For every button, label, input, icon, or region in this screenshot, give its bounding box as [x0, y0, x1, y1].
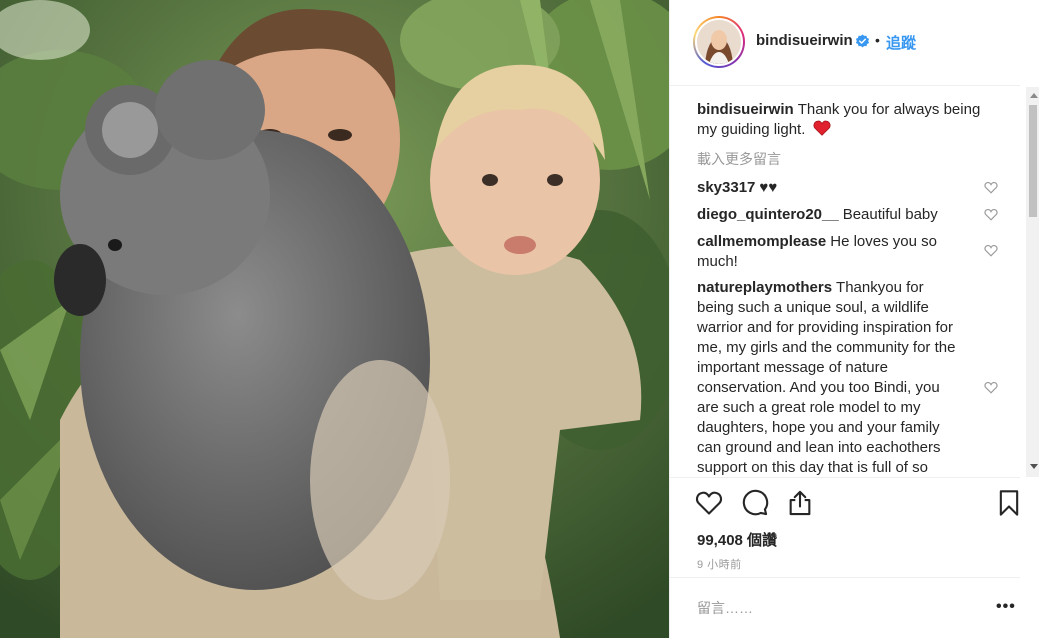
comment-input[interactable] — [697, 598, 957, 618]
scroll-up-arrow-icon[interactable] — [1030, 93, 1038, 98]
comment-bubble-icon[interactable] — [741, 489, 769, 517]
heart-emoji-icon — [813, 120, 831, 136]
bookmark-save-icon[interactable] — [995, 489, 1023, 517]
header-separator: • — [875, 32, 880, 48]
avatar[interactable] — [695, 18, 743, 66]
post-side-panel: bindisueirwin • 追蹤 bindisueirwin Thank yo… — [669, 0, 1039, 638]
comment-text: Beautiful baby — [842, 206, 938, 223]
likes-count[interactable]: 99,408 個讚 — [697, 529, 777, 550]
post-actions-section: 99,408 個讚 9 小時前 — [670, 477, 1020, 577]
add-comment-bar: ••• — [670, 577, 1020, 638]
comment-item: diego_quintero20__ Beautiful baby — [697, 205, 967, 225]
post-timestamp[interactable]: 9 小時前 — [697, 556, 742, 572]
avatar-story-ring[interactable] — [693, 16, 745, 68]
verified-badge-icon — [855, 34, 870, 48]
comment-like-heart-icon[interactable] — [984, 244, 998, 257]
comment-text: ♥♥ — [759, 179, 778, 196]
post-header: bindisueirwin • 追蹤 — [670, 0, 1020, 86]
comment-like-heart-icon[interactable] — [984, 381, 998, 394]
like-heart-icon[interactable] — [695, 489, 723, 517]
scroll-down-arrow-icon[interactable] — [1030, 464, 1038, 469]
comment-text: Thankyou for being such a unique soul, a… — [697, 279, 956, 476]
comment-item: sky3317 ♥♥ — [697, 178, 967, 198]
post-photo[interactable] — [0, 0, 669, 638]
post-author-username[interactable]: bindisueirwin — [756, 32, 853, 49]
comments-list[interactable]: bindisueirwin Thank you for always being … — [670, 87, 1026, 477]
scrollbar-thumb[interactable] — [1029, 105, 1037, 217]
comment-username[interactable]: diego_quintero20__ — [697, 206, 839, 223]
comment-item: callmemomplease He loves you so much! — [697, 232, 952, 272]
comment-item: natureplaymothers Thankyou for being such… — [697, 278, 959, 477]
avatar-image — [697, 20, 741, 64]
comment-like-heart-icon[interactable] — [984, 208, 998, 221]
photo-illustration — [0, 0, 669, 638]
post-caption: bindisueirwin Thank you for always being … — [697, 100, 997, 140]
follow-button[interactable]: 追蹤 — [886, 32, 916, 53]
load-more-comments-button[interactable]: 載入更多留言 — [697, 149, 781, 169]
comment-username[interactable]: sky3317 — [697, 179, 755, 196]
caption-username[interactable]: bindisueirwin — [697, 101, 794, 118]
comment-username[interactable]: natureplaymothers — [697, 279, 832, 296]
share-upload-icon[interactable] — [786, 489, 814, 517]
comment-like-heart-icon[interactable] — [984, 181, 998, 194]
comment-username[interactable]: callmemomplease — [697, 233, 826, 250]
more-options-button[interactable]: ••• — [996, 598, 1016, 616]
